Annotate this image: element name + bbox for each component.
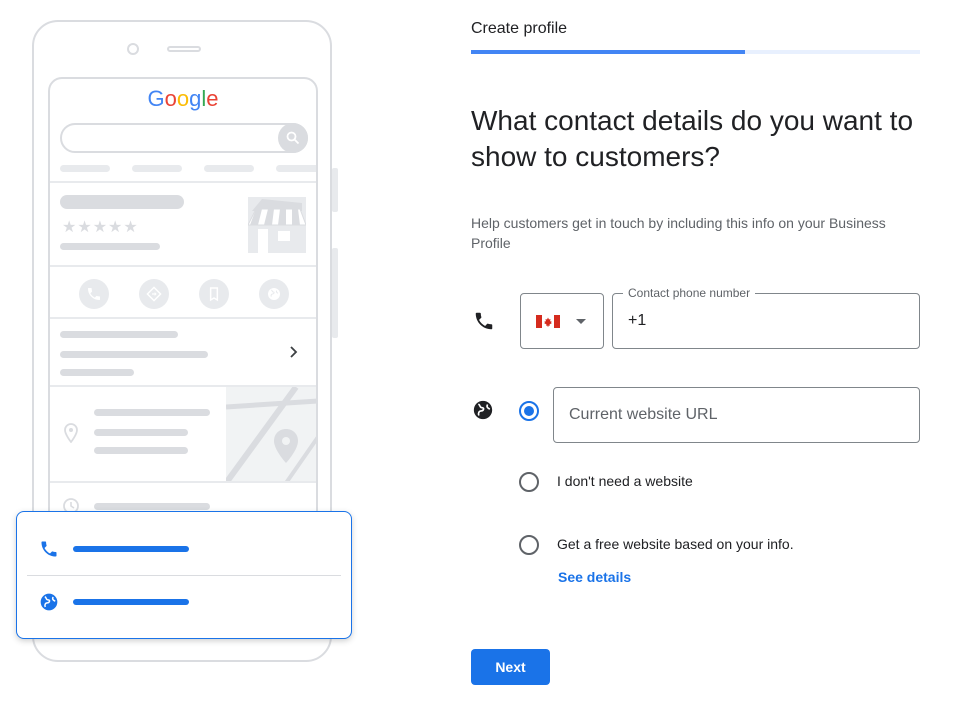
storefront-icon — [247, 197, 307, 253]
divider — [27, 575, 341, 576]
directions-icon — [139, 279, 169, 309]
progress-fill — [471, 50, 745, 54]
canada-flag-icon — [536, 315, 560, 328]
placeholder-line — [60, 351, 208, 358]
radio-free-website[interactable] — [519, 535, 539, 555]
next-button[interactable]: Next — [471, 649, 550, 685]
radio-current-website[interactable] — [519, 401, 539, 421]
globe-icon — [40, 593, 58, 611]
phone-icon — [79, 279, 109, 309]
placeholder-line — [73, 599, 189, 605]
chevron-right-icon — [288, 345, 300, 364]
placeholder-title — [60, 195, 184, 209]
placeholder-line — [94, 409, 210, 416]
location-pin-icon — [64, 423, 78, 448]
bookmark-icon — [199, 279, 229, 309]
mini-map — [226, 387, 316, 483]
country-code-select[interactable] — [520, 293, 604, 349]
card-phone-row — [39, 539, 339, 559]
placeholder-line — [132, 165, 182, 172]
step-label: Create profile — [471, 20, 568, 37]
website-url-field[interactable] — [553, 387, 920, 443]
placeholder-line — [94, 503, 210, 510]
mock-search-bar — [60, 123, 308, 153]
chevron-down-icon — [576, 319, 586, 324]
card-website-row — [39, 592, 339, 612]
google-logo: Google — [147, 86, 219, 111]
placeholder-line — [60, 243, 160, 250]
globe-icon — [259, 279, 289, 309]
phone-number-input[interactable] — [613, 294, 919, 348]
placeholder-line — [94, 429, 188, 436]
page-subtitle: Help customers get in touch by including… — [471, 215, 886, 251]
placeholder-line — [60, 369, 134, 376]
phone-camera — [127, 43, 139, 55]
divider — [50, 181, 316, 183]
page-title: What contact details do you want to show… — [471, 105, 914, 172]
divider — [50, 265, 316, 267]
placeholder-line — [73, 546, 189, 552]
divider — [50, 317, 316, 319]
website-url-input[interactable] — [554, 388, 919, 442]
rating-stars: ★★★★★ — [62, 219, 139, 236]
placeholder-line — [60, 165, 110, 172]
placeholder-line — [60, 331, 178, 338]
progress-bar — [471, 50, 920, 54]
phone-icon — [473, 310, 495, 337]
business-profile-illustration: Google ★★★★★ — [0, 0, 360, 715]
phone-number-field[interactable]: Contact phone number — [612, 286, 920, 349]
no-website-label[interactable]: I don't need a website — [557, 473, 693, 489]
divider — [50, 481, 316, 483]
phone-side-button — [332, 248, 338, 338]
radio-no-website[interactable] — [519, 472, 539, 492]
see-details-link[interactable]: See details — [558, 569, 631, 585]
phone-speaker — [167, 46, 201, 52]
globe-icon — [472, 399, 494, 426]
phone-icon — [41, 541, 57, 557]
placeholder-line — [276, 165, 316, 172]
phone-number-label: Contact phone number — [623, 286, 756, 300]
free-website-label[interactable]: Get a free website based on your info. — [557, 536, 794, 552]
phone-side-button — [332, 168, 338, 212]
search-icon — [278, 123, 308, 153]
placeholder-line — [204, 165, 254, 172]
contact-details-card — [16, 511, 352, 639]
placeholder-line — [94, 447, 188, 454]
